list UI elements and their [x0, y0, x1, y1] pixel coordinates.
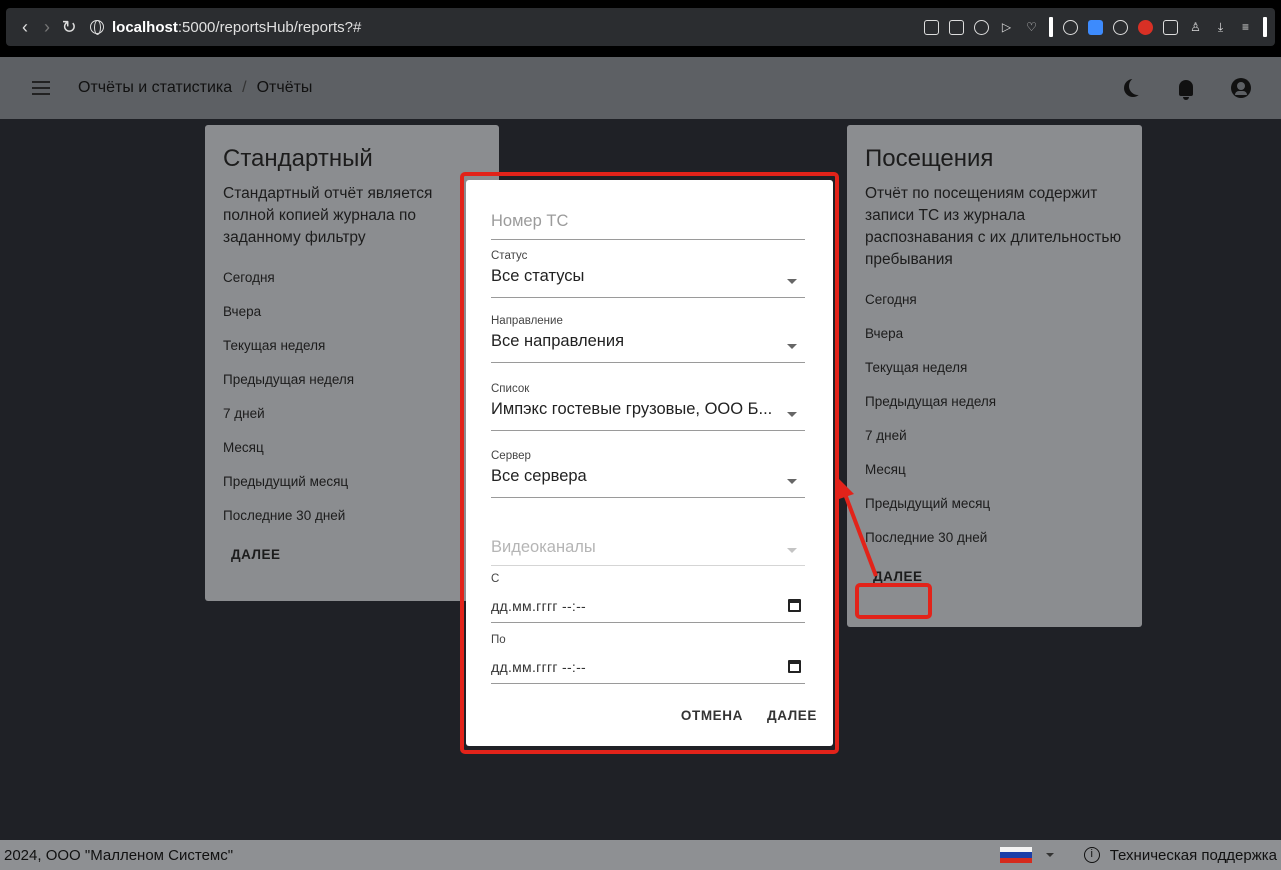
period-yesterday[interactable]: Вчера — [223, 295, 481, 329]
forward-icon[interactable]: › — [36, 17, 58, 38]
period-month[interactable]: Месяц — [223, 431, 481, 465]
period-today[interactable]: Сегодня — [865, 283, 1124, 317]
heart-icon[interactable]: ♡ — [1024, 20, 1039, 35]
support-link[interactable]: Техническая поддержка — [1110, 847, 1277, 864]
browser-toolbar: ‹ › ↻ localhost :5000/reportsHub/reports… — [0, 0, 1281, 57]
report-card-visits: Посещения Отчёт по посещениям содержит з… — [847, 125, 1142, 627]
send-icon[interactable]: ▷ — [999, 20, 1014, 35]
arrow-shaft — [843, 493, 878, 577]
address-bar[interactable]: localhost :5000/reportsHub/reports?# — [90, 19, 361, 36]
period-today[interactable]: Сегодня — [223, 261, 481, 295]
app-header: Отчёты и статистика / Отчёты — [0, 57, 1281, 119]
edit-icon[interactable] — [924, 19, 939, 35]
card-description: Отчёт по посещениям содержит записи ТС и… — [865, 185, 1122, 268]
globe-extension-icon[interactable] — [1113, 19, 1128, 35]
browser-toolbar-inner: ‹ › ↻ localhost :5000/reportsHub/reports… — [6, 8, 1275, 46]
url-path: :5000/reportsHub/reports?# — [177, 18, 362, 36]
ublock-icon[interactable] — [1138, 19, 1153, 35]
period-previous-month[interactable]: Предыдущий месяц — [865, 487, 1124, 521]
shield-check-icon[interactable] — [974, 19, 989, 35]
breadcrumb-separator: / — [242, 79, 247, 96]
period-7-days[interactable]: 7 дней — [223, 397, 481, 431]
cube-icon[interactable] — [1163, 19, 1178, 35]
translate-icon[interactable] — [1088, 19, 1103, 35]
hamburger-menu-icon[interactable] — [32, 81, 50, 95]
period-month[interactable]: Месяц — [865, 453, 1124, 487]
info-icon: i — [1083, 847, 1100, 863]
header-actions — [1123, 77, 1251, 100]
edge-bar-icon — [1263, 17, 1267, 37]
extensions-area: ▷ ♡ ♙ ⤓ ≡ — [924, 17, 1267, 37]
period-current-week[interactable]: Текущая неделя — [865, 351, 1124, 385]
period-last-30-days[interactable]: Последние 30 дней — [865, 521, 1124, 555]
notifications-icon[interactable] — [1179, 80, 1193, 100]
period-yesterday[interactable]: Вчера — [865, 317, 1124, 351]
account-icon[interactable] — [1231, 78, 1251, 98]
period-previous-week[interactable]: Предыдущая неделя — [223, 363, 481, 397]
profile-icon[interactable]: ♙ — [1188, 20, 1203, 35]
breadcrumb-current: Отчёты — [256, 79, 313, 96]
period-previous-week[interactable]: Предыдущая неделя — [865, 385, 1124, 419]
mouse-icon[interactable] — [1063, 19, 1078, 35]
copyright-text: 2024, ООО "Малленом Системс" — [4, 846, 234, 864]
divider-icon — [1049, 17, 1053, 37]
breadcrumb: Отчёты и статистика / Отчёты — [78, 79, 312, 97]
download-icon[interactable]: ⤓ — [1213, 20, 1228, 35]
site-info-icon[interactable] — [90, 20, 104, 35]
reload-icon[interactable]: ↻ — [58, 17, 80, 38]
period-previous-month[interactable]: Предыдущий месяц — [223, 465, 481, 499]
highlight-dialog — [460, 172, 839, 754]
highlight-next-button — [855, 583, 932, 619]
breadcrumb-root[interactable]: Отчёты и статистика — [78, 79, 232, 97]
chevron-down-icon[interactable] — [1045, 853, 1054, 857]
language-flag-icon[interactable] — [999, 847, 1032, 863]
annotation-arrow — [836, 478, 878, 577]
period-7-days[interactable]: 7 дней — [865, 419, 1124, 453]
card-description: Стандартный отчёт является полной копией… — [223, 185, 433, 246]
camera-icon[interactable] — [949, 19, 964, 35]
app-footer: 2024, ООО "Малленом Системс" i Техническ… — [0, 840, 1281, 870]
dark-mode-icon[interactable] — [1129, 77, 1147, 95]
period-last-30-days[interactable]: Последние 30 дней — [223, 499, 481, 533]
back-icon[interactable]: ‹ — [14, 17, 36, 38]
card-title: Посещения — [865, 145, 994, 172]
next-button[interactable]: ДАЛЕЕ — [223, 541, 289, 568]
menu-lines-icon[interactable]: ≡ — [1238, 20, 1253, 35]
period-current-week[interactable]: Текущая неделя — [223, 329, 481, 363]
card-title: Стандартный — [223, 145, 373, 172]
url-host: localhost — [112, 18, 178, 36]
report-card-standard: Стандартный Стандартный отчёт является п… — [205, 125, 499, 601]
